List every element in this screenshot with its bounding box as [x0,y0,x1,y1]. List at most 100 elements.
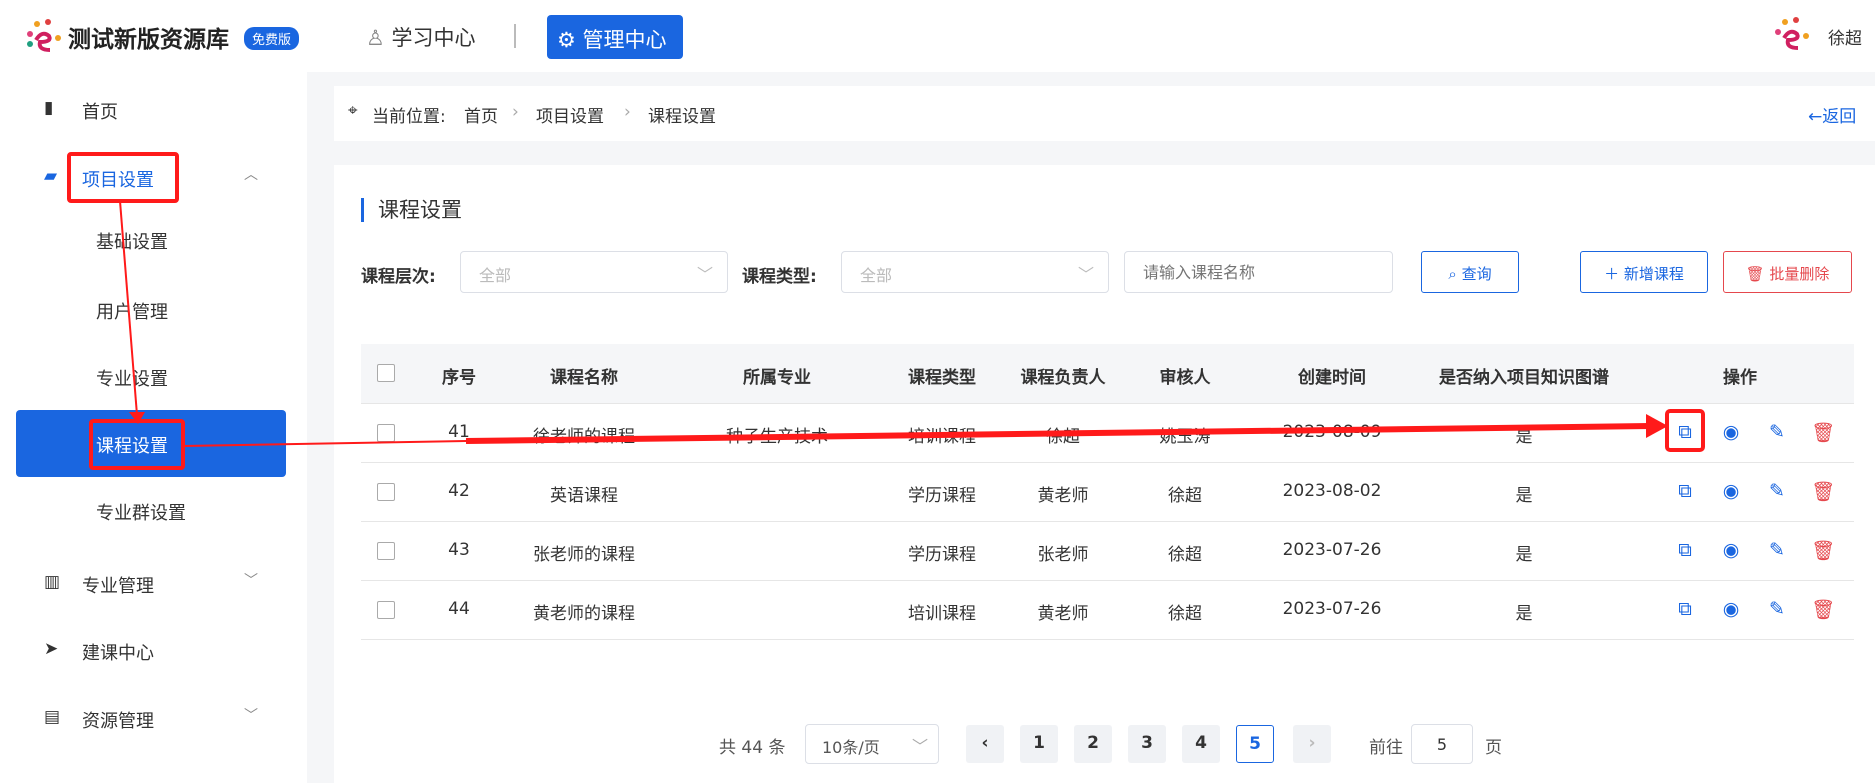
goto-page-input[interactable] [1411,724,1473,764]
table-cell: 徐超 [1168,486,1202,506]
chevron-down-icon: ﹀ [244,708,258,724]
user-avatar[interactable] [1770,14,1812,54]
chevron-down-icon: ﹀ [696,265,713,284]
sidebar-item-major-management[interactable]: ▥ 专业管理 ﹀ [0,564,307,604]
sidebar-label: 建课中心 [82,643,154,664]
sidebar-item-course-building[interactable]: ➤ 建课中心 [0,631,307,671]
knowledge-graph-icon[interactable]: ⧉ [1678,421,1692,443]
page-size-value: 10条/页 [822,738,880,757]
goto-label: 前往 [1369,738,1403,758]
breadcrumb-prefix: 当前位置: [372,107,446,127]
table-cell: 学历课程 [908,486,976,506]
sidebar-item-major-group-settings[interactable]: 专业群设置 [0,491,307,531]
brand-title: 测试新版资源库 [68,27,229,53]
edit-icon[interactable]: ✎ [1769,598,1785,620]
send-icon: ➤ [44,639,59,659]
select-all-checkbox[interactable] [377,364,395,382]
back-link[interactable]: ←返回 [1808,102,1856,127]
chevron-down-icon: ﹀ [244,573,258,589]
row-checkbox[interactable] [377,601,395,619]
query-label: 查询 [1461,265,1492,283]
search-icon: ⌕ [1448,265,1457,283]
type-select[interactable]: 全部 ﹀ [841,251,1109,293]
course-name-input[interactable] [1124,251,1393,293]
page-button[interactable]: 3 [1128,725,1166,763]
user-icon: ♙ [366,26,385,50]
knowledge-graph-icon[interactable]: ⧉ [1678,480,1692,502]
sidebar-label: 首页 [82,102,118,123]
page-size-select[interactable]: 10条/页 ﹀ [805,724,939,764]
sidebar-item-resource-management[interactable]: ▤ 资源管理 ﹀ [0,699,307,739]
trash-icon: 🗑 [1745,265,1765,283]
batch-delete-button[interactable]: 🗑 批量删除 [1723,251,1852,293]
page-title: 课程设置 [361,198,462,222]
row-checkbox[interactable] [377,424,395,442]
table-cell: 种子生产技术 [726,427,828,447]
top-header: 测试新版资源库 免费版 ♙ 学习中心 ⚙ 管理中心 徐超 [0,0,1875,72]
sidebar-item-basic-settings[interactable]: 基础设置 [0,220,307,260]
page-button[interactable]: 4 [1182,725,1220,763]
view-icon[interactable]: ◉ [1723,480,1740,502]
prev-page-button[interactable]: ‹ [966,725,1004,763]
sidebar-item-major-settings[interactable]: 专业设置 [0,357,307,397]
table-cell: 2023-07-26 [1282,540,1382,560]
nav-admin-center[interactable]: ⚙ 管理中心 [547,15,683,59]
table-row: 44 黄老师的课程 培训课程 黄老师 徐超 2023-07-26 是 ⧉ ◉ ✎ 🗑 [361,581,1854,640]
delete-icon[interactable]: 🗑 [1811,598,1835,621]
building-icon: ▮ [44,98,54,118]
view-icon[interactable]: ◉ [1723,421,1740,443]
edit-icon[interactable]: ✎ [1769,421,1785,443]
breadcrumb-project-settings[interactable]: 项目设置 [536,102,604,127]
sidebar-item-home[interactable]: ▮ 首页 [0,90,307,130]
view-icon[interactable]: ◉ [1723,598,1740,620]
knowledge-graph-icon[interactable]: ⧉ [1678,598,1692,620]
logo-icon [27,19,61,52]
col-header: 是否纳入项目知识图谱 [1439,368,1609,388]
knowledge-graph-icon[interactable]: ⧉ [1678,539,1692,561]
page-button[interactable]: 1 [1020,725,1058,763]
edit-icon[interactable]: ✎ [1769,480,1785,502]
sidebar: ▮ 首页 ▰ 项目设置 ︿ 基础设置 用户管理 专业设置 课程设置 专业群设置 ▥ 专业… [0,72,307,783]
batch-delete-label: 批量删除 [1769,265,1830,283]
user-name[interactable]: 徐超 [1828,24,1862,49]
table-cell: 培训课程 [908,427,976,447]
sidebar-item-project-settings[interactable]: ▰ 项目设置 ︿ [0,158,307,198]
delete-icon[interactable]: 🗑 [1811,421,1835,444]
type-value: 全部 [860,266,893,285]
table-cell: 41 [448,422,470,442]
delete-icon[interactable]: 🗑 [1811,480,1835,503]
table-cell: 徐老师的课程 [533,427,635,447]
total-count: 共 44 条 [719,738,786,758]
row-checkbox[interactable] [377,542,395,560]
sidebar-label: 项目设置 [82,170,154,191]
plan-badge: 免费版 [244,27,300,50]
breadcrumb-home[interactable]: 首页 [464,102,498,127]
view-icon[interactable]: ◉ [1723,539,1740,561]
delete-icon[interactable]: 🗑 [1811,539,1835,562]
table-cell: 2023-08-02 [1282,481,1382,501]
sidebar-item-course-settings[interactable]: 课程设置 [16,410,286,477]
level-select[interactable]: 全部 ﹀ [460,251,728,293]
table-cell: 张老师 [1037,545,1089,565]
chevron-up-icon: ︿ [244,167,258,183]
sidebar-label: 基础设置 [96,232,168,253]
query-button[interactable]: ⌕ 查询 [1421,251,1519,293]
add-course-button[interactable]: ＋ 新增课程 [1580,251,1708,293]
inbox-icon: ▤ [44,707,61,727]
sidebar-item-user-management[interactable]: 用户管理 [0,290,307,330]
row-checkbox[interactable] [377,483,395,501]
book-icon: ▥ [44,572,61,592]
plus-icon: ＋ [1604,265,1620,283]
nav-learning-center[interactable]: ♙ 学习中心 [366,22,476,52]
admin-icon: ⚙ [557,28,576,52]
sidebar-label: 资源管理 [82,711,154,732]
edit-icon[interactable]: ✎ [1769,539,1785,561]
next-page-button[interactable]: › [1293,725,1331,763]
folder-icon: ▰ [44,166,58,186]
col-header: 操作 [1723,368,1757,388]
page-button[interactable]: 2 [1074,725,1112,763]
table-cell: 2023-08-09 [1282,422,1382,442]
sidebar-label: 用户管理 [96,302,168,323]
col-header: 课程类型 [908,368,976,388]
page-button[interactable]: 5 [1236,725,1274,763]
